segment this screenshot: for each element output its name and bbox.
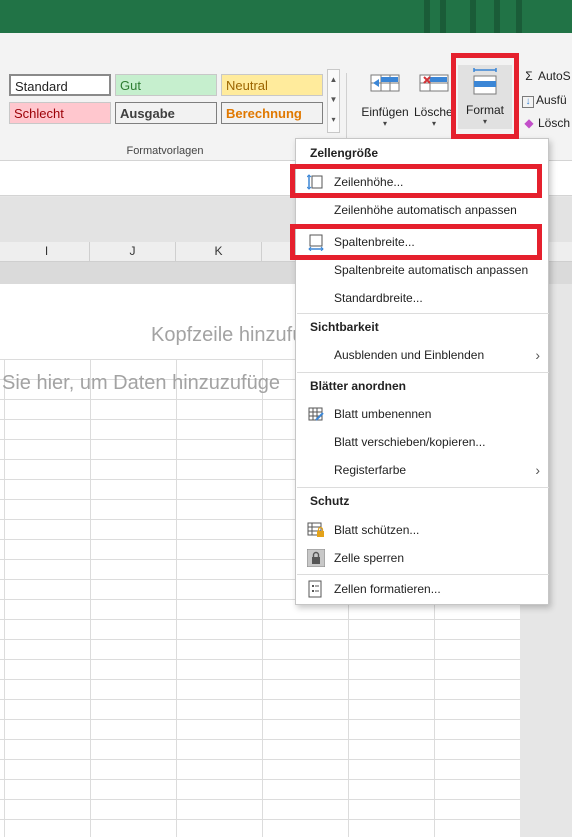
menu-rename-sheet[interactable]: Blatt umbenennen (296, 400, 548, 428)
menu-divider (297, 487, 549, 488)
clear-label: Lösch (538, 116, 571, 130)
format-cells-dialog-icon (308, 580, 322, 598)
title-bar-pattern (470, 0, 476, 33)
chevron-right-icon: › (535, 462, 540, 478)
autosum-label: AutoS (538, 69, 571, 83)
menu-hide-unhide[interactable]: Ausblenden und Einblenden › (296, 341, 548, 369)
expand-gallery-icon[interactable]: ▾ (328, 110, 339, 130)
insert-label: Einfügen (361, 105, 409, 119)
header-placeholder: Kopfzeile hinzufü (151, 324, 304, 346)
style-standard[interactable]: Standard (9, 74, 111, 96)
sigma-icon: Σ (525, 69, 533, 83)
lock-cell-label: Zelle sperren (334, 551, 405, 565)
section-protection: Schutz (310, 494, 350, 508)
format-dropdown-menu: Zellengröße Zeilenhöhe... Zeilenhöhe aut… (295, 138, 549, 605)
menu-divider (297, 313, 549, 314)
title-bar-pattern (424, 0, 430, 33)
rename-sheet-icon (308, 407, 324, 421)
title-bar (0, 0, 572, 33)
tab-color-label: Registerfarbe (334, 463, 407, 477)
section-visibility: Sichtbarkeit (310, 320, 379, 334)
style-standard-label: Standard (15, 79, 68, 94)
highlight-row-height (290, 164, 542, 198)
column-header-label: J (129, 244, 136, 258)
style-berechnung-label: Berechnung (226, 106, 302, 121)
data-placeholder: Sie hier, um Daten hinzuzufüge (2, 372, 280, 394)
menu-format-cells[interactable]: Zellen formatieren... (296, 575, 548, 603)
group-label-formatvorlagen: Formatvorlagen (126, 145, 204, 157)
column-header-i[interactable]: I (4, 242, 90, 262)
style-neutral-label: Neutral (226, 78, 268, 93)
default-width-label: Standardbreite... (334, 291, 423, 305)
protect-sheet-icon (307, 522, 324, 537)
column-header-label: I (44, 244, 49, 258)
fill-label: Ausfü (536, 93, 567, 107)
scroll-down-icon[interactable]: ▼ (328, 90, 339, 110)
menu-divider (297, 372, 549, 373)
protect-sheet-label: Blatt schützen... (334, 523, 420, 537)
clear-button[interactable]: ◆ Lösch (522, 116, 570, 130)
menu-lock-cell[interactable]: Zelle sperren (296, 544, 548, 572)
insert-cells-icon (370, 74, 400, 92)
delete-cells-icon (419, 74, 449, 92)
section-arrange-sheets: Blätter anordnen (310, 379, 407, 393)
chevron-down-icon: ▾ (431, 119, 436, 128)
title-bar-pattern (440, 0, 446, 33)
title-bar-pattern (516, 0, 522, 33)
column-header-j[interactable]: J (90, 242, 176, 262)
delete-label: Lösche (414, 105, 453, 119)
eraser-icon: ◆ (524, 116, 534, 130)
chevron-down-icon: ▾ (382, 119, 387, 128)
column-header-k[interactable]: K (176, 242, 262, 262)
fill-button[interactable]: ↓ Ausfü (522, 93, 567, 108)
style-berechnung[interactable]: Berechnung (221, 102, 323, 124)
menu-tab-color[interactable]: Registerfarbe › (296, 456, 548, 484)
autofit-row-label: Zeilenhöhe automatisch anpassen (334, 203, 517, 217)
insert-button[interactable]: Einfügen ▾ (358, 69, 412, 129)
column-header-label: K (214, 244, 223, 258)
highlight-column-width (290, 224, 542, 260)
chevron-right-icon: › (535, 347, 540, 363)
style-neutral[interactable]: Neutral (221, 74, 323, 96)
menu-default-width[interactable]: Standardbreite... (296, 284, 548, 312)
fill-down-icon: ↓ (522, 96, 534, 108)
highlight-format-button (451, 53, 519, 139)
move-copy-label: Blatt verschieben/kopieren... (334, 435, 486, 449)
scroll-up-icon[interactable]: ▲ (328, 70, 339, 90)
autosum-button[interactable]: Σ AutoS (522, 69, 571, 83)
hide-unhide-label: Ausblenden und Einblenden (334, 348, 485, 362)
menu-protect-sheet[interactable]: Blatt schützen... (296, 516, 548, 544)
section-cell-size: Zellengröße (310, 146, 379, 160)
title-bar-pattern (494, 0, 500, 33)
style-gut-label: Gut (120, 78, 141, 93)
style-ausgabe-label: Ausgabe (120, 106, 175, 121)
style-ausgabe[interactable]: Ausgabe (115, 102, 217, 124)
styles-scrollbar[interactable]: ▲ ▼ ▾ (327, 69, 340, 133)
menu-autofit-row-height[interactable]: Zeilenhöhe automatisch anpassen (296, 196, 548, 224)
format-cells-label: Zellen formatieren... (334, 582, 441, 596)
style-schlecht-label: Schlecht (14, 106, 64, 121)
autofit-column-label: Spaltenbreite automatisch anpassen (334, 263, 529, 277)
style-gut[interactable]: Gut (115, 74, 217, 96)
menu-move-copy-sheet[interactable]: Blatt verschieben/kopieren... (296, 428, 548, 456)
menu-autofit-column-width[interactable]: Spaltenbreite automatisch anpassen (296, 256, 548, 284)
rename-sheet-label: Blatt umbenennen (334, 407, 432, 421)
delete-button[interactable]: Lösche ▾ (414, 69, 454, 129)
lock-icon (307, 549, 325, 567)
style-schlecht[interactable]: Schlecht (9, 102, 111, 124)
